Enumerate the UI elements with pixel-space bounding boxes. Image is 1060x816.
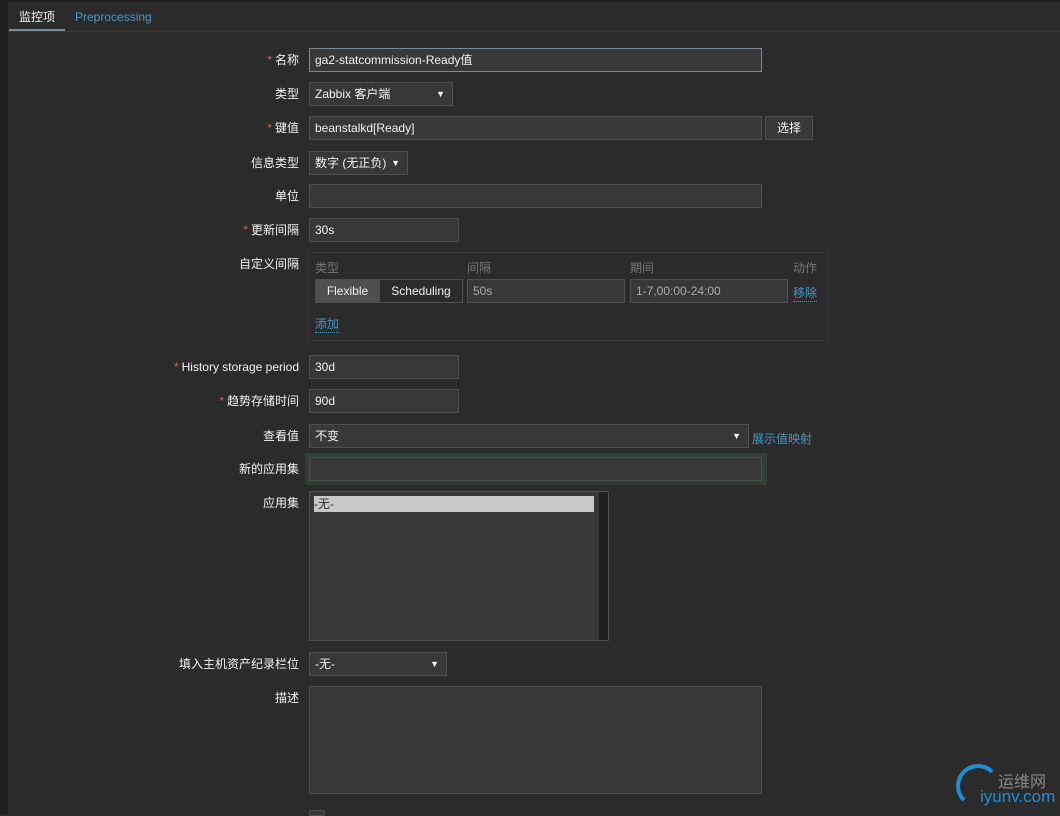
tab-divider bbox=[8, 31, 1060, 32]
custom-intervals-table: 类型 间隔 期间 动作 Flexible Scheduling 50s 1-7,… bbox=[308, 252, 828, 341]
interval-input[interactable]: 50s bbox=[467, 279, 625, 303]
application-option[interactable]: -无- bbox=[314, 496, 594, 512]
new-application-input[interactable] bbox=[309, 457, 762, 481]
show-value-select[interactable]: 不变 bbox=[309, 424, 749, 448]
header-period: 期间 bbox=[630, 261, 655, 275]
description-textarea[interactable] bbox=[309, 686, 762, 794]
header-interval: 间隔 bbox=[467, 261, 492, 275]
info-type-select[interactable]: 数字 (无正负) bbox=[309, 151, 408, 175]
inventory-select[interactable]: -无- bbox=[309, 652, 447, 676]
unit-label: 单位 bbox=[274, 189, 299, 203]
new-application-label: 新的应用集 bbox=[238, 462, 299, 476]
period-input[interactable]: 1-7,00:00-24:00 bbox=[630, 279, 788, 303]
trends-input[interactable]: 90d bbox=[309, 389, 459, 413]
update-interval-label: * 更新间隔 bbox=[243, 223, 299, 237]
flexible-toggle[interactable]: Flexible bbox=[315, 279, 380, 303]
name-input[interactable]: ga2-statcommission-Ready值 bbox=[309, 48, 762, 72]
remove-link[interactable]: 移除 bbox=[793, 284, 818, 302]
watermark-en: iyunv.com bbox=[980, 787, 1056, 806]
key-label: * 键值 bbox=[267, 121, 299, 135]
enabled-checkbox[interactable] bbox=[309, 810, 325, 816]
tab-item[interactable]: 监控项 bbox=[9, 2, 65, 32]
key-input[interactable]: beanstalkd[Ready] bbox=[309, 116, 762, 140]
value-mapping-link[interactable]: 展示值映射 bbox=[752, 430, 812, 447]
add-link[interactable]: 添加 bbox=[315, 315, 340, 333]
name-label: * 名称 bbox=[267, 53, 299, 67]
unit-input[interactable] bbox=[309, 184, 762, 208]
tab-preprocessing[interactable]: Preprocessing bbox=[65, 2, 162, 32]
header-type: 类型 bbox=[315, 261, 340, 275]
show-value-label: 查看值 bbox=[262, 429, 299, 443]
info-type-label: 信息类型 bbox=[250, 156, 299, 170]
description-label: 描述 bbox=[274, 691, 299, 705]
applications-listbox[interactable]: -无- bbox=[309, 491, 609, 641]
type-label: 类型 bbox=[274, 87, 299, 101]
custom-intervals-label: 自定义间隔 bbox=[238, 257, 299, 271]
listbox-scrollbar[interactable] bbox=[599, 492, 608, 640]
select-key-button[interactable]: 选择 bbox=[765, 116, 813, 140]
update-interval-input[interactable]: 30s bbox=[309, 218, 459, 242]
trends-label: * 趋势存储时间 bbox=[219, 394, 299, 408]
type-select[interactable]: Zabbix 客户端 bbox=[309, 82, 453, 106]
scheduling-toggle[interactable]: Scheduling bbox=[379, 279, 463, 303]
left-edge bbox=[0, 0, 8, 814]
applications-label: 应用集 bbox=[262, 496, 299, 510]
history-input[interactable]: 30d bbox=[309, 355, 459, 379]
inventory-label: 填入主机资产纪录栏位 bbox=[178, 657, 299, 671]
header-action: 动作 bbox=[793, 261, 818, 275]
history-label: * History storage period bbox=[173, 360, 299, 374]
